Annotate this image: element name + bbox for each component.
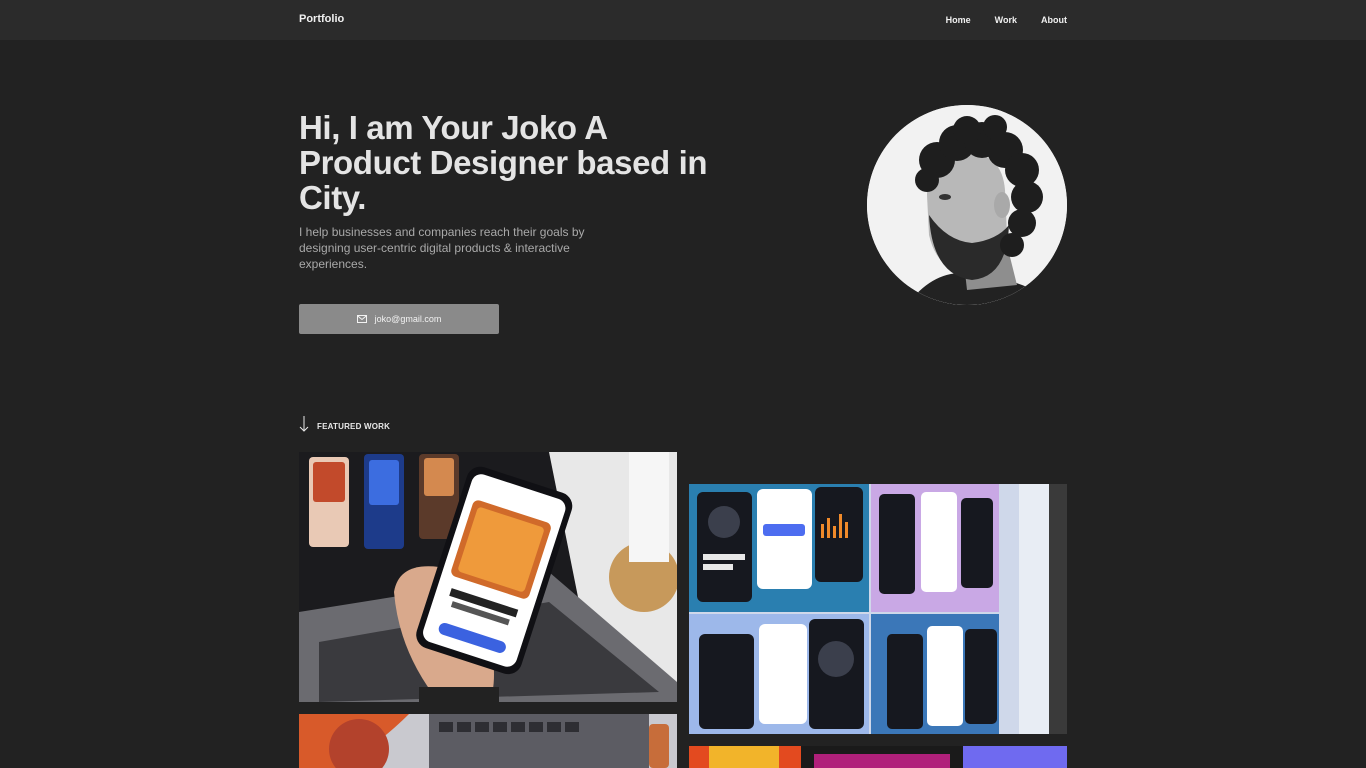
- work-tile-4[interactable]: [689, 746, 1067, 768]
- work-image-wallet: [689, 484, 1067, 734]
- featured-work-header: FEATURED WORK: [299, 416, 390, 437]
- work-tile-3[interactable]: [299, 714, 677, 768]
- mail-icon: [356, 315, 367, 323]
- avatar: [867, 105, 1067, 305]
- nav-link-work[interactable]: Work: [995, 15, 1017, 25]
- nav-links: Home Work About: [946, 15, 1067, 25]
- work-image-laptop: [299, 714, 677, 768]
- work-tile-1[interactable]: [299, 452, 677, 702]
- brand-logo[interactable]: Portfolio: [299, 13, 344, 25]
- work-image-phone: [299, 452, 677, 702]
- avatar-portrait: [867, 105, 1067, 305]
- nav-link-home[interactable]: Home: [946, 15, 971, 25]
- hero-title: Hi, I am Your Joko A Product Designer ba…: [299, 109, 708, 216]
- navbar: Portfolio Home Work About: [0, 0, 1366, 40]
- hero-subtitle: I help businesses and companies reach th…: [299, 225, 585, 271]
- email-button[interactable]: joko@gmail.com: [299, 304, 499, 334]
- arrow-down-icon: [299, 416, 309, 437]
- nav-link-about[interactable]: About: [1041, 15, 1067, 25]
- work-tile-2[interactable]: [689, 484, 1067, 734]
- featured-work-label: FEATURED WORK: [317, 422, 391, 431]
- work-image-colorful: [689, 746, 1067, 768]
- email-text: joko@gmail.com: [374, 314, 442, 324]
